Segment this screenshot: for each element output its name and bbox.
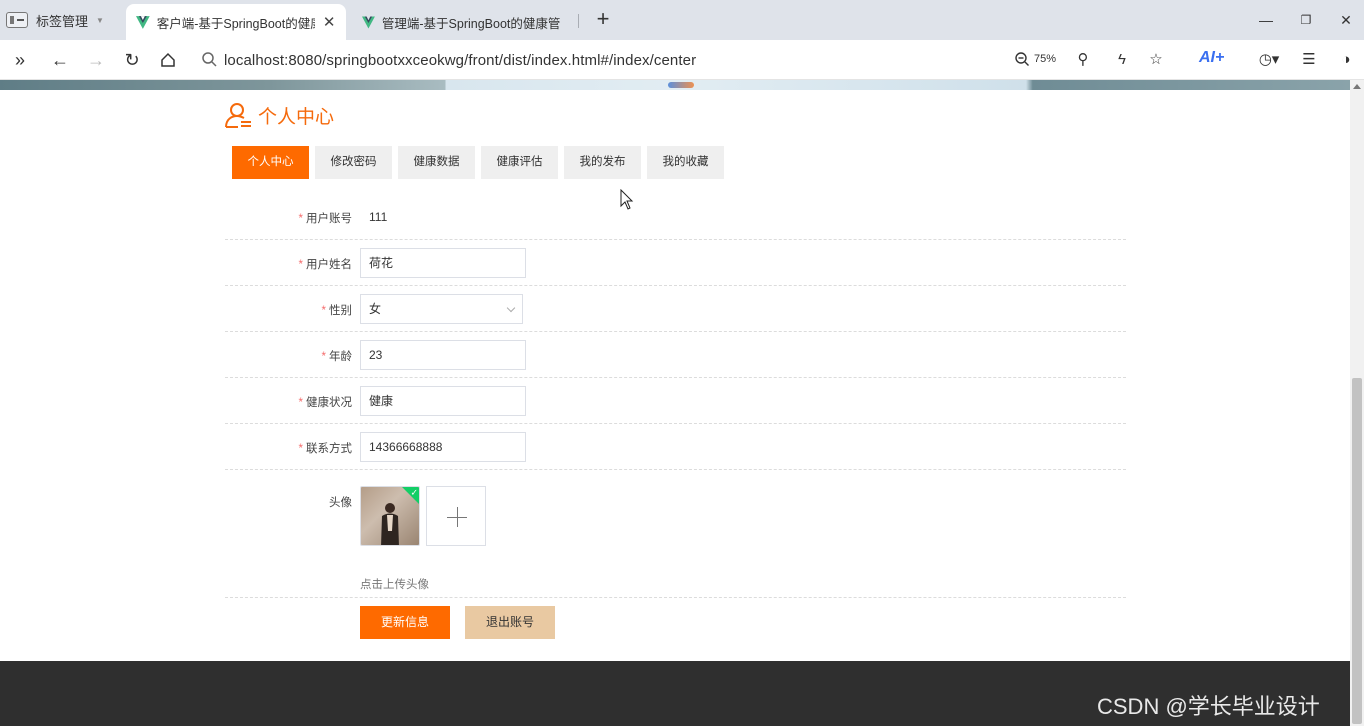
profile-form: * 用户账号 111 * 用户姓名 荷花 * 性别 女 * 年龄 23 * 健康状况 健康… (225, 194, 1126, 598)
name-input[interactable]: 荷花 (360, 248, 526, 278)
form-row-name: * 用户姓名 荷花 (225, 240, 1126, 286)
browser-tab-client[interactable]: 客户端-基于SpringBoot的健康 ✕ (126, 4, 346, 40)
user-center-icon (225, 103, 251, 128)
form-row-health: * 健康状况 健康 (225, 378, 1126, 424)
address-toolbar: » ← → ↻ localhost:8080/springbootxxceokw… (0, 40, 1364, 80)
gender-label: * 性别 (321, 305, 352, 317)
chevron-down-icon (506, 303, 516, 313)
close-tab-icon[interactable]: ✕ (322, 13, 336, 31)
uploaded-check-icon: ✓ (402, 487, 419, 504)
reload-button[interactable]: ↻ (121, 49, 143, 71)
avatar-upload-hint: 点击上传头像 (360, 579, 429, 591)
health-label: * 健康状况 (298, 397, 352, 409)
mouse-cursor-icon (620, 189, 634, 210)
center-tabs: 个人中心 修改密码 健康数据 健康评估 我的发布 我的收藏 (232, 146, 724, 179)
age-label: * 年龄 (321, 351, 352, 363)
scrollbar-thumb[interactable] (1352, 378, 1362, 724)
zoom-indicator[interactable]: 75% (1014, 51, 1056, 67)
update-info-button[interactable]: 更新信息 (360, 606, 450, 639)
sidebar-toggle-icon[interactable]: » (9, 49, 31, 71)
menu-list-icon[interactable]: ☰ (1299, 50, 1319, 70)
tab-manager-icon (6, 12, 28, 28)
tab-change-password[interactable]: 修改密码 (315, 146, 392, 179)
tab-manager-button[interactable]: 标签管理 ▼ (6, 8, 104, 32)
avatar-label: 头像 (329, 497, 352, 509)
gender-select[interactable]: 女 (360, 294, 523, 324)
page-title-text: 个人中心 (258, 106, 335, 128)
home-button[interactable] (157, 49, 179, 71)
restore-button[interactable]: ❐ (1296, 10, 1316, 30)
home-icon (161, 52, 175, 67)
name-label: * 用户姓名 (298, 259, 352, 271)
form-row-age: * 年龄 23 (225, 332, 1126, 378)
tab-my-favorites[interactable]: 我的收藏 (647, 146, 724, 179)
page-title: 个人中心 (224, 101, 334, 129)
history-icon[interactable]: ◷▾ (1254, 50, 1284, 70)
gender-value: 女 (369, 302, 382, 316)
contact-input[interactable]: 14366668888 (360, 432, 526, 462)
contact-label: * 联系方式 (298, 443, 352, 455)
avatar[interactable]: ✓ (360, 486, 420, 546)
avatar-upload-button[interactable] (426, 486, 486, 546)
tab-manager-label: 标签管理 (36, 13, 89, 29)
lightning-icon[interactable]: ϟ (1112, 50, 1132, 70)
avatar-photo (381, 503, 399, 545)
forward-button[interactable]: → (85, 49, 107, 71)
tab-my-posts[interactable]: 我的发布 (564, 146, 641, 179)
browser-tab-bar: 标签管理 ▼ 客户端-基于SpringBoot的健康 ✕ 管理端-基于Sprin… (0, 0, 1364, 40)
health-input[interactable]: 健康 (360, 386, 526, 416)
tab-title: 客户端-基于SpringBoot的健康 (156, 16, 316, 31)
tab-personal-center[interactable]: 个人中心 (232, 146, 309, 179)
form-row-contact: * 联系方式 14366668888 (225, 424, 1126, 470)
banner-image (0, 80, 1350, 90)
vue-logo-icon (362, 16, 375, 28)
page-scrollbar[interactable] (1350, 80, 1364, 726)
form-row-avatar: 头像 ✓ 点击上传头像 (225, 470, 1126, 598)
tab-health-data[interactable]: 健康数据 (398, 146, 475, 179)
browser-tab-admin[interactable]: 管理端-基于SpringBoot的健康管 (352, 4, 576, 40)
back-button[interactable]: ← (49, 49, 71, 71)
extension-icon[interactable]: ◑ (1336, 50, 1356, 70)
search-icon (202, 52, 217, 67)
new-tab-button[interactable]: + (592, 8, 614, 31)
form-row-gender: * 性别 女 (225, 286, 1126, 332)
tab-health-assessment[interactable]: 健康评估 (481, 146, 558, 179)
url-text: localhost:8080/springbootxxceokwg/front/… (224, 51, 697, 69)
logout-button[interactable]: 退出账号 (465, 606, 555, 639)
zoom-level: 75% (1034, 53, 1057, 65)
minimize-button[interactable]: — (1256, 10, 1276, 30)
star-icon[interactable]: ☆ (1146, 50, 1166, 70)
caret-down-icon: ▼ (96, 15, 104, 25)
tab-divider (578, 14, 579, 28)
watermark-text: CSDN @学长毕业设计 (1097, 694, 1320, 719)
scroll-up-icon[interactable] (1353, 84, 1361, 89)
ai-button[interactable]: AI+ (1199, 49, 1224, 67)
vue-logo-icon (136, 15, 150, 29)
tab-title: 管理端-基于SpringBoot的健康管 (381, 16, 561, 31)
form-row-account: * 用户账号 111 (225, 194, 1126, 240)
account-value: 111 (369, 210, 388, 224)
zoom-out-icon (1015, 52, 1029, 66)
key-icon[interactable]: ⚲ (1073, 50, 1093, 70)
account-label: * 用户账号 (298, 213, 352, 225)
close-window-button[interactable]: ✕ (1336, 10, 1356, 30)
age-input[interactable]: 23 (360, 340, 526, 370)
